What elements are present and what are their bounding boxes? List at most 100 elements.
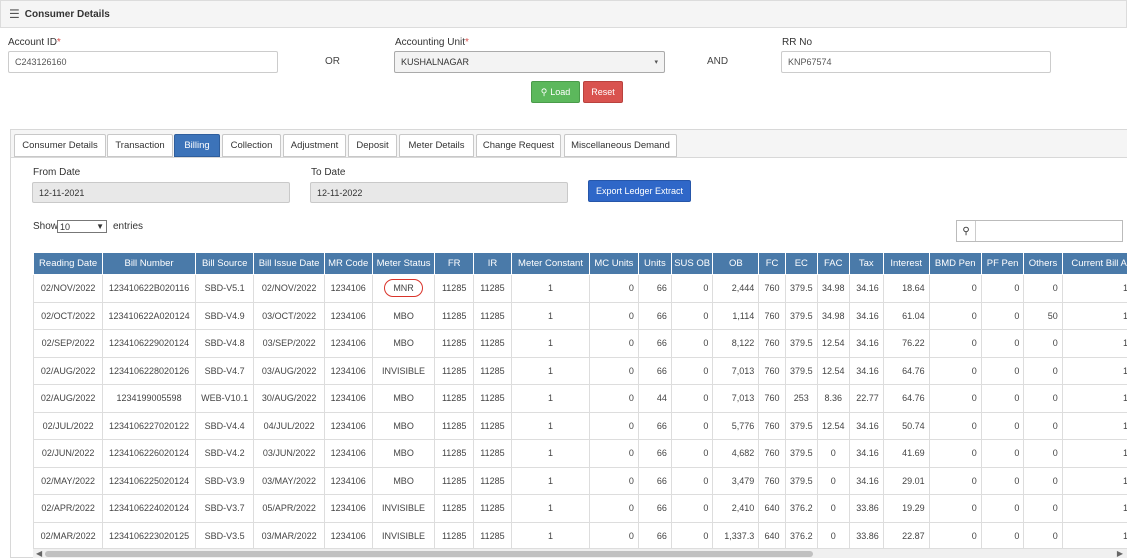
table-cell: 64.76 (882, 356, 930, 385)
to-date-input[interactable]: 12-11-2022 (310, 182, 568, 203)
column-header[interactable]: Bill Number (102, 252, 196, 275)
table-cell: 0 (928, 411, 982, 440)
export-ledger-button[interactable]: Export Ledger Extract (588, 180, 691, 202)
table-row[interactable]: 02/APR/2022 1234106224020124 SBD-V3.7 05/AP… (33, 494, 1127, 523)
column-header[interactable]: Units (637, 252, 672, 275)
table-row[interactable]: 02/OCT/2022 123410622A020124 SBD-V4.9 03/OC… (33, 301, 1127, 330)
column-header[interactable]: FAC (816, 252, 850, 275)
column-header[interactable]: MR Code (323, 252, 373, 275)
table-cell: 0 (1023, 274, 1063, 303)
accounting-unit-select[interactable]: KUSHALNAGAR ▾ (394, 51, 665, 73)
tab-adjustment[interactable]: Adjustment (283, 134, 346, 157)
table-cell: 1234199005598 (102, 384, 196, 413)
column-header[interactable]: Others (1023, 252, 1063, 275)
table-cell: 19.29 (882, 494, 930, 523)
table-cell: 1,202.67 (1061, 466, 1127, 495)
table-cell: 1,262.42 (1061, 329, 1127, 358)
column-header[interactable]: OB (712, 252, 760, 275)
table-cell: 0 (928, 439, 982, 468)
tab-consumer-details[interactable]: Consumer Details (14, 134, 106, 157)
table-row[interactable]: 02/MAR/2022 1234106223020125 SBD-V3.5 03/MA… (33, 521, 1127, 548)
table-cell: 760 (758, 466, 786, 495)
table-cell: 1,227.28 (1061, 274, 1127, 303)
horizontal-scrollbar[interactable]: ◀ ▶ (33, 548, 1127, 558)
table-cell: 1,215.35 (1061, 439, 1127, 468)
tab-billing[interactable]: Billing (174, 134, 220, 157)
table-cell: 379.5 (784, 466, 818, 495)
table-row[interactable]: 02/SEP/2022 1234106229020124 SBD-V4.8 03/SE… (33, 329, 1127, 358)
table-cell: 1 (511, 521, 590, 548)
column-header[interactable]: EC (784, 252, 818, 275)
table-search-input[interactable]: ⚲ (956, 220, 1123, 242)
column-header[interactable]: Bill Issue Date (253, 252, 325, 275)
and-text: AND (707, 56, 729, 67)
table-cell: 0 (980, 411, 1025, 440)
accounting-unit-label: Accounting Unit* (395, 37, 469, 48)
table-cell: 376.2 (784, 521, 818, 548)
table-row[interactable]: 02/NOV/2022 123410622B020116 SBD-V5.1 02/NO… (33, 274, 1127, 303)
tab-transaction[interactable]: Transaction (107, 134, 173, 157)
table-row[interactable]: 02/JUL/2022 1234106227020122 SBD-V4.4 04/JU… (33, 411, 1127, 440)
account-id-input[interactable]: C243126160 (8, 51, 278, 73)
column-header[interactable]: MC Units (588, 252, 639, 275)
table-cell: 0 (928, 356, 982, 385)
table-cell: 02/MAR/2022 (33, 521, 104, 548)
scroll-left-icon[interactable]: ◀ (36, 549, 42, 558)
column-header[interactable]: Meter Status (371, 252, 436, 275)
table-cell: 1234106 (323, 356, 373, 385)
table-cell: 0 (816, 439, 850, 468)
hamburger-icon[interactable]: ☰ (9, 7, 20, 21)
column-header[interactable]: BMD Pen (928, 252, 982, 275)
column-header[interactable]: FR (434, 252, 474, 275)
rr-no-input[interactable]: KNP67574 (781, 51, 1051, 73)
table-cell: 0 (980, 521, 1025, 548)
scroll-right-icon[interactable]: ▶ (1117, 549, 1123, 558)
table-cell: 11285 (434, 356, 474, 385)
column-header[interactable]: FC (758, 252, 786, 275)
column-header[interactable]: Tax (848, 252, 884, 275)
rr-no-label: RR No (782, 37, 813, 48)
table-cell: 1234106 (323, 274, 373, 303)
table-cell: 0 (928, 301, 982, 330)
table-cell: 1234106 (323, 494, 373, 523)
load-button[interactable]: ⚲ Load (531, 81, 580, 103)
column-header[interactable]: PF Pen (980, 252, 1025, 275)
table-cell: 379.5 (784, 301, 818, 330)
table-cell: 0 (928, 329, 982, 358)
table-cell: 02/APR/2022 (33, 494, 104, 523)
table-cell: 253 (784, 384, 818, 413)
show-label: Show (33, 221, 59, 232)
scrollbar-thumb[interactable] (45, 551, 813, 557)
tab-collection[interactable]: Collection (222, 134, 281, 157)
from-date-input[interactable]: 12-11-2021 (32, 182, 290, 203)
table-row[interactable]: 02/AUG/2022 1234199005598 WEB-V10.1 30/AUG/… (33, 384, 1127, 413)
tab-change-request[interactable]: Change Request (476, 134, 561, 157)
table-cell: 76.22 (882, 329, 930, 358)
column-header[interactable]: Meter Constant (511, 252, 590, 275)
table-row[interactable]: 02/AUG/2022 1234106228020126 SBD-V4.7 03/AU… (33, 356, 1127, 385)
column-header[interactable]: Current Bill Amount (1061, 252, 1127, 275)
page-size-select[interactable]: 10 ▼ (57, 220, 107, 233)
column-header[interactable]: IR (472, 252, 513, 275)
table-cell: 0 (816, 521, 850, 548)
column-header[interactable]: Bill Source (194, 252, 255, 275)
table-cell: 1 (511, 384, 590, 413)
table-row[interactable]: 02/JUN/2022 1234106226020124 SBD-V4.2 03/JU… (33, 439, 1127, 468)
table-cell: MBO (371, 329, 436, 358)
column-header[interactable]: Reading Date (33, 252, 104, 275)
table-cell: 1 (511, 356, 590, 385)
tab-miscellaneous-demand[interactable]: Miscellaneous Demand (564, 134, 677, 157)
table-cell: 7,013 (712, 384, 760, 413)
tab-meter-details[interactable]: Meter Details (399, 134, 474, 157)
table-cell: 760 (758, 439, 786, 468)
column-header[interactable]: Interest (882, 252, 930, 275)
table-cell: 0 (980, 274, 1025, 303)
table-cell: 760 (758, 329, 786, 358)
table-cell: 34.16 (848, 301, 884, 330)
table-cell: 0 (1023, 356, 1063, 385)
table-cell: 05/APR/2022 (253, 494, 325, 523)
tab-deposit[interactable]: Deposit (348, 134, 397, 157)
reset-button[interactable]: Reset (583, 81, 623, 103)
table-row[interactable]: 02/MAY/2022 1234106225020124 SBD-V3.9 03/MA… (33, 466, 1127, 495)
column-header[interactable]: SUS OB (670, 252, 714, 275)
